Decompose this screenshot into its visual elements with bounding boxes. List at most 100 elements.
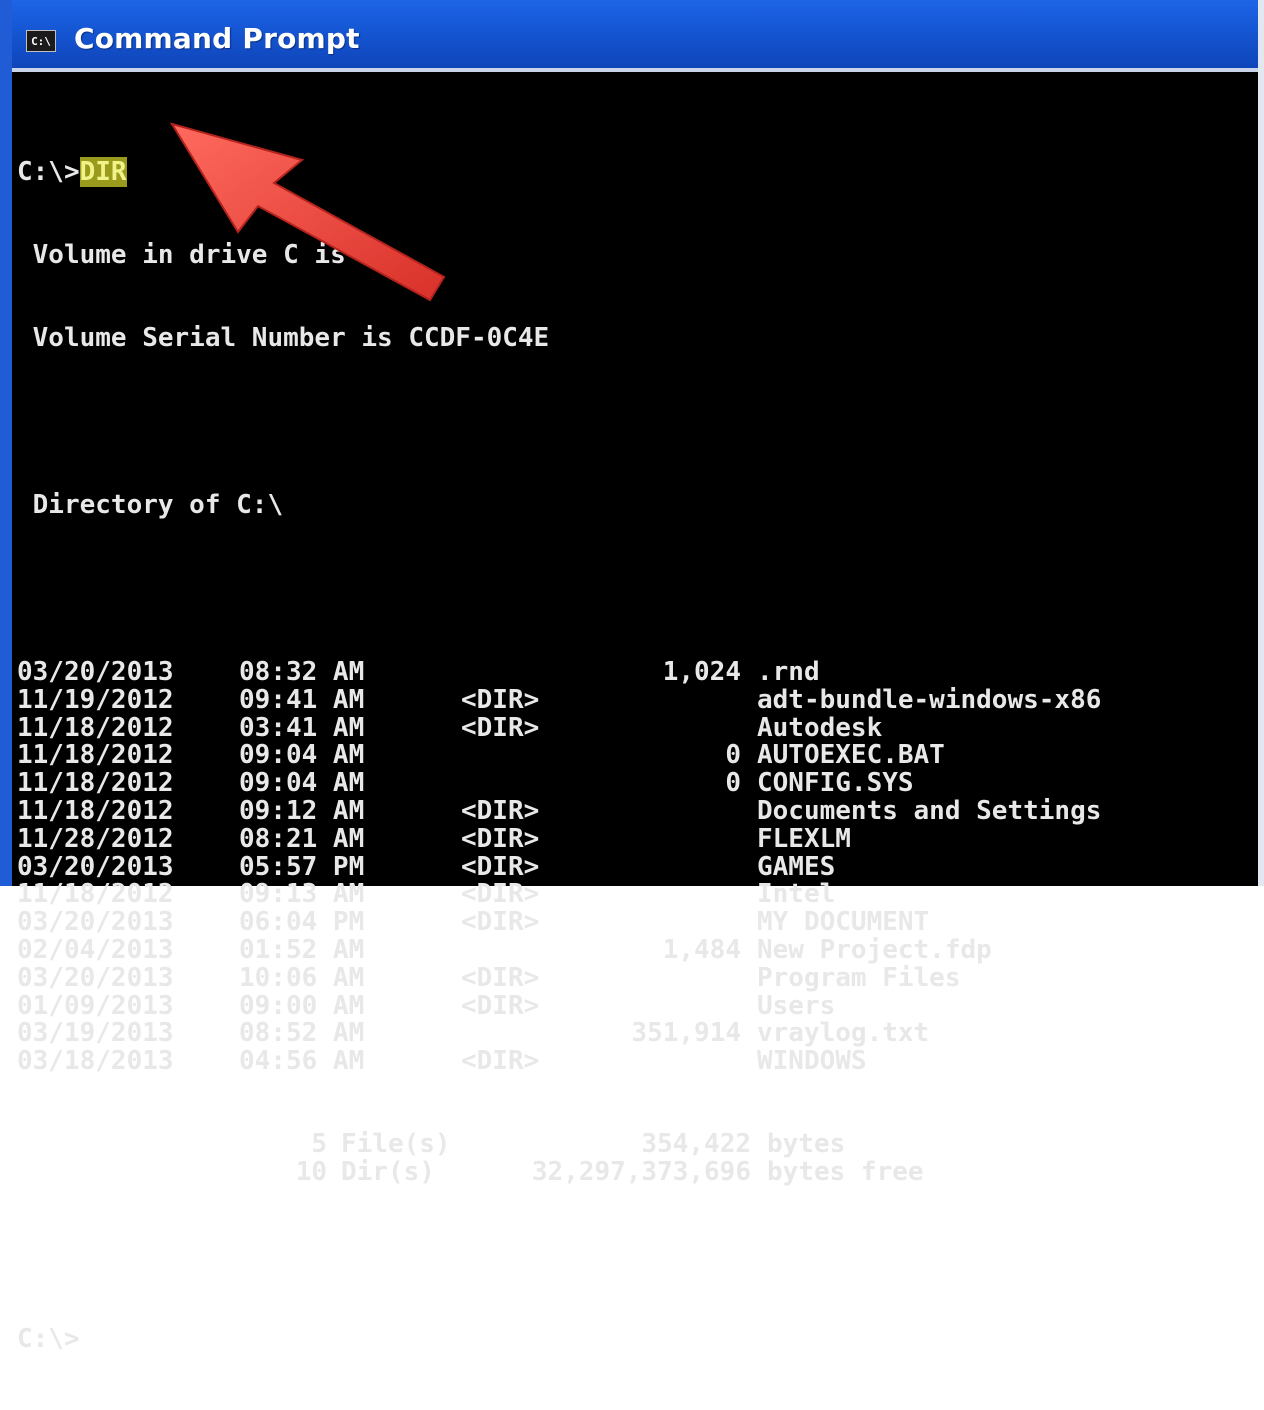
listing-summary: 5 File(s) 354,422 bytes 10 Dir(s) 32,297,373,6… [17, 1131, 1258, 1187]
entry-date: 02/04/2013 [17, 934, 174, 965]
console-output[interactable]: C:\>DIR Volume in drive C is A Volume Se… [12, 76, 1258, 1353]
summary-bytes: 354,422 [641, 1129, 751, 1160]
entry-date: 03/20/2013 [17, 851, 174, 882]
table-row: 03/18/2013 04:56 AM <DIR> WINDOWS [17, 1046, 1258, 1077]
entry-name: New Project.fdp [757, 934, 992, 965]
summary-count: 5 [311, 1129, 327, 1160]
entry-date: 03/18/2013 [17, 1046, 174, 1077]
highlighted-command: DIR [79, 156, 127, 187]
entry-dir-flag: <DIR> [461, 962, 540, 993]
entry-date: 01/09/2013 [17, 990, 174, 1021]
summary-unit: bytes free [767, 1157, 924, 1188]
entry-name: GAMES [757, 851, 836, 882]
entry-time: 09:04 AM [239, 740, 365, 771]
entry-time: 03:41 AM [239, 712, 365, 743]
entry-dir-flag: <DIR> [461, 823, 540, 854]
entry-dir-flag: <DIR> [461, 712, 540, 743]
entry-name: WINDOWS [757, 1046, 867, 1077]
entry-name: CONFIG.SYS [757, 768, 914, 799]
entry-name: FLEXLM [757, 823, 851, 854]
entry-name: vraylog.txt [757, 1018, 930, 1049]
entry-name: .rnd [757, 656, 820, 687]
entry-name: Program Files [757, 962, 961, 993]
entry-size: 0 [725, 740, 741, 771]
entry-dir-flag: <DIR> [461, 851, 540, 882]
table-row: 03/20/2013 08:32 AM 1,024 .rnd [17, 656, 1258, 687]
entry-name: adt-bundle-windows-x86 [757, 684, 1102, 715]
entry-time: 01:52 AM [239, 934, 365, 965]
title-bar[interactable]: C:\ Command Prompt [12, 0, 1258, 72]
table-row: 03/19/2013 08:52 AM 351,914 vraylog.txt [17, 1018, 1258, 1049]
entry-date: 03/20/2013 [17, 656, 174, 687]
entry-size: 0 [725, 768, 741, 799]
entry-date: 11/18/2012 [17, 879, 174, 910]
summary-row: 5 File(s) 354,422 bytes [17, 1131, 1258, 1159]
final-prompt: C:\> [17, 1324, 80, 1355]
prompt: C:\> [17, 156, 80, 187]
entry-dir-flag: <DIR> [461, 684, 540, 715]
console-icon[interactable]: C:\ [26, 30, 56, 52]
entry-name: Autodesk [757, 712, 883, 743]
summary-label: Dir(s) [341, 1157, 435, 1188]
entry-name: Users [757, 990, 836, 1021]
table-row: 11/18/2012 09:13 AM <DIR> Intel [17, 881, 1258, 909]
entry-time: 09:00 AM [239, 990, 365, 1021]
summary-unit: bytes [767, 1129, 846, 1160]
volume-serial-line: Volume Serial Number is CCDF-0C4E [17, 323, 550, 354]
summary-bytes: 32,297,373,696 [531, 1157, 751, 1188]
table-row: 11/18/2012 09:04 AM 0 AUTOEXEC.BAT [17, 742, 1258, 770]
entry-size: 1,024 [662, 656, 741, 687]
entry-dir-flag: <DIR> [461, 907, 540, 938]
entry-date: 11/28/2012 [17, 823, 174, 854]
table-row: 03/20/2013 05:57 PM <DIR> GAMES [17, 851, 1258, 882]
window-title: Command Prompt [74, 22, 360, 55]
summary-label: File(s) [341, 1129, 451, 1160]
table-row: 11/18/2012 09:12 AM <DIR> Documents and Set… [17, 795, 1258, 826]
directory-of-line: Directory of C:\ [17, 490, 284, 521]
entry-date: 11/18/2012 [17, 795, 174, 826]
command-prompt-window: C:\ Command Prompt C:\>DIR Volume in dri… [0, 0, 1264, 1353]
summary-row: 10 Dir(s) 32,297,373,696 bytes free [17, 1157, 1258, 1188]
entry-time: 09:12 AM [239, 795, 365, 826]
summary-count: 10 [295, 1157, 327, 1188]
entry-dir-flag: <DIR> [461, 795, 540, 826]
table-row: 11/19/2012 09:41 AM <DIR> adt-bundle-window… [17, 684, 1258, 715]
command-line: C:\>DIR [17, 156, 1258, 187]
entry-name: Intel [757, 879, 836, 910]
entry-time: 09:41 AM [239, 684, 365, 715]
table-row: 02/04/2013 01:52 AM 1,484 New Project.fdp [17, 934, 1258, 965]
table-row: 11/18/2012 03:41 AM <DIR> Autodesk [17, 712, 1258, 743]
entry-time: 04:56 AM [239, 1046, 365, 1077]
entry-date: 03/20/2013 [17, 907, 174, 938]
entry-time: 09:13 AM [239, 879, 365, 910]
table-row: 11/28/2012 08:21 AM <DIR> FLEXLM [17, 823, 1258, 854]
table-row: 03/20/2013 06:04 PM <DIR> MY DOCUMENT [17, 907, 1258, 938]
entry-time: 06:04 PM [239, 907, 365, 938]
entry-size: 351,914 [631, 1018, 741, 1049]
entry-dir-flag: <DIR> [461, 879, 540, 910]
directory-listing: 03/20/2013 08:32 AM 1,024 .rnd 11/19/2012 09:… [17, 656, 1258, 1077]
entry-date: 03/20/2013 [17, 962, 174, 993]
entry-name: AUTOEXEC.BAT [757, 740, 945, 771]
entry-time: 08:52 AM [239, 1018, 365, 1049]
table-row: 01/09/2013 09:00 AM <DIR> Users [17, 990, 1258, 1021]
entry-time: 08:32 AM [239, 656, 365, 687]
entry-time: 09:04 AM [239, 768, 365, 799]
table-row: 03/20/2013 10:06 AM <DIR> Program Files [17, 962, 1258, 993]
entry-dir-flag: <DIR> [461, 1046, 540, 1077]
volume-label-line: Volume in drive C is A [17, 239, 378, 270]
entry-time: 08:21 AM [239, 823, 365, 854]
entry-time: 05:57 PM [239, 851, 365, 882]
entry-name: Documents and Settings [757, 795, 1102, 826]
entry-date: 11/18/2012 [17, 740, 174, 771]
entry-time: 10:06 AM [239, 962, 365, 993]
entry-size: 1,484 [662, 934, 741, 965]
entry-name: MY DOCUMENT [757, 907, 930, 938]
entry-date: 11/18/2012 [17, 712, 174, 743]
entry-date: 11/18/2012 [17, 768, 174, 799]
entry-date: 03/19/2013 [17, 1018, 174, 1049]
entry-date: 11/19/2012 [17, 684, 174, 715]
